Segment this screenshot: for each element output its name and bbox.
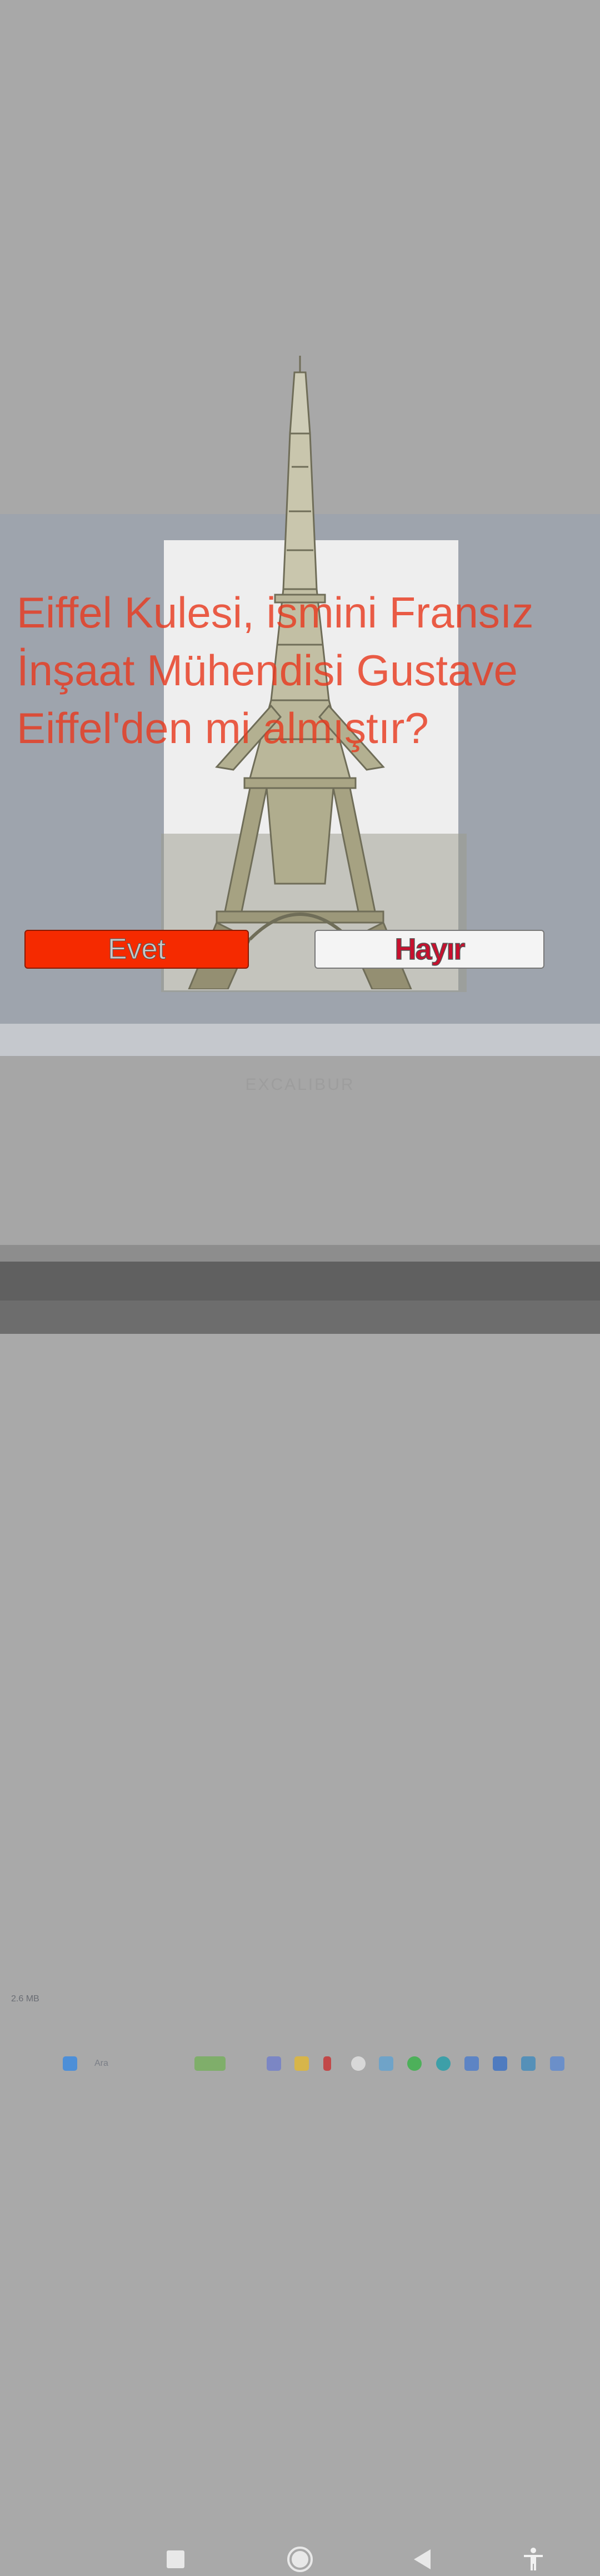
triangle-back-icon — [414, 2549, 431, 2569]
accessibility-button[interactable] — [517, 2543, 550, 2576]
accessibility-icon — [524, 2548, 543, 2570]
spotify-icon — [407, 2056, 422, 2071]
taskbar-app-icon — [521, 2056, 536, 2071]
no-button-label: Hayır — [394, 932, 466, 966]
laptop-brand-text: EXCALIBUR — [245, 1075, 355, 1094]
yes-button[interactable]: Evet — [24, 930, 249, 969]
outlook-icon — [464, 2056, 479, 2071]
windows-start-icon — [63, 2056, 77, 2071]
back-button[interactable] — [406, 2543, 439, 2576]
netflix-icon — [323, 2056, 331, 2071]
taskbar-app-icon — [267, 2056, 281, 2071]
circle-icon — [287, 2547, 313, 2572]
word-icon — [493, 2056, 507, 2071]
taskbar-app-icon — [379, 2056, 393, 2071]
laptop-status-strip: 2.6 MB — [0, 992, 600, 2004]
taskbar-app-icon — [351, 2056, 366, 2071]
file-size-text: 2.6 MB — [11, 1994, 39, 2004]
android-navigation-bar — [0, 1262, 600, 2572]
recents-button[interactable] — [159, 2543, 192, 2576]
no-button[interactable]: Hayır — [314, 930, 544, 969]
folder-icon — [294, 2056, 309, 2071]
laptop-bezel: EXCALIBUR — [0, 1056, 600, 1262]
edge-icon — [436, 2056, 451, 2071]
yes-button-label: Evet — [107, 933, 166, 966]
taskbar-app-icon — [194, 2056, 226, 2071]
square-icon — [167, 2550, 184, 2568]
home-button[interactable] — [283, 2543, 317, 2576]
taskbar-search-text: Ara — [94, 2059, 108, 2068]
quiz-question: Eiffel Kulesi, ismini Fransız İnşaat Müh… — [17, 588, 534, 753]
laptop-taskbar: Ara — [0, 1024, 600, 2071]
taskbar-app-icon — [550, 2056, 564, 2071]
